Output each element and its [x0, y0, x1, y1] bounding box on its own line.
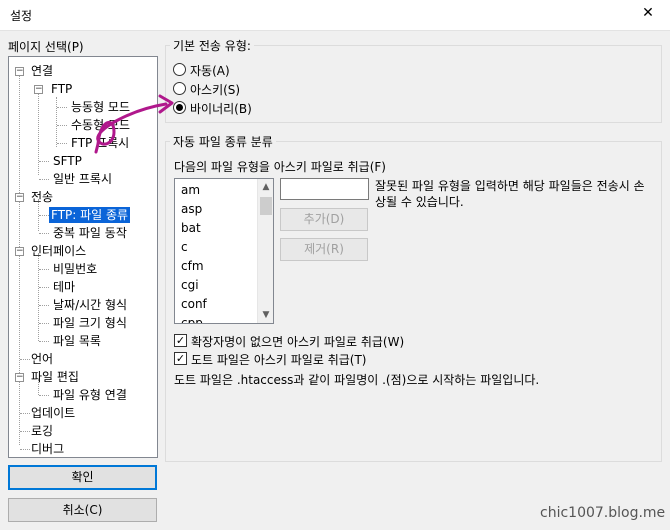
- transfer-type-title: 기본 전송 유형:: [170, 37, 254, 54]
- scroll-thumb[interactable]: [260, 197, 272, 215]
- tree-item-ftp-file-types[interactable]: FTP: 파일 종류: [49, 207, 131, 223]
- tree-line: [20, 359, 30, 360]
- tree-item-password[interactable]: 비밀번호: [53, 261, 97, 277]
- list-item[interactable]: bat: [181, 220, 201, 236]
- tree-line: [39, 305, 49, 306]
- list-item[interactable]: cfm: [181, 258, 204, 274]
- checkbox-no-extension-label[interactable]: 확장자명이 없으면 아스키 파일로 취급(W): [191, 333, 404, 350]
- tree-line: [39, 215, 49, 216]
- close-icon[interactable]: ✕: [637, 4, 659, 22]
- tree-line: [39, 395, 49, 396]
- tree-line: [39, 323, 49, 324]
- tree-item-language[interactable]: 언어: [31, 351, 53, 367]
- extension-listbox[interactable]: am asp bat c cfm cgi conf cpp ▲ ▼: [174, 178, 274, 324]
- tree-line: [38, 253, 39, 341]
- scroll-down-icon[interactable]: ▼: [258, 307, 273, 323]
- radio-binary-label[interactable]: 바이너리(B): [190, 100, 252, 117]
- radio-auto-label[interactable]: 자동(A): [190, 62, 230, 79]
- dotfile-footnote: 도트 파일은 .htaccess과 같이 파일명이 .(점)으로 시작하는 파일…: [174, 373, 540, 387]
- ok-button[interactable]: 확인: [8, 465, 157, 490]
- tree-item-logging[interactable]: 로깅: [31, 423, 53, 439]
- tree-item-connection[interactable]: 연결: [31, 63, 53, 79]
- scroll-up-icon[interactable]: ▲: [258, 179, 273, 195]
- tree-item-theme[interactable]: 테마: [53, 279, 75, 295]
- add-button[interactable]: 추가(D): [280, 208, 368, 231]
- tree-item-interface[interactable]: 인터페이스: [31, 243, 86, 259]
- tree-line: [19, 71, 20, 445]
- tree-item-transfer[interactable]: 전송: [31, 189, 53, 205]
- tree-item-datetime-format[interactable]: 날짜/시간 형식: [53, 297, 127, 313]
- list-item[interactable]: conf: [181, 296, 207, 312]
- extension-input[interactable]: [280, 178, 369, 200]
- tree-item-update[interactable]: 업데이트: [31, 405, 75, 421]
- tree-item-file-list[interactable]: 파일 목록: [53, 333, 101, 349]
- tree-line: [39, 287, 49, 288]
- checkbox-dotfiles[interactable]: ✓: [174, 352, 187, 365]
- type-warning-text: 잘못된 파일 유형을 입력하면 해당 파일들은 전송시 손상될 수 있습니다.: [375, 179, 645, 209]
- tree-line: [20, 431, 30, 432]
- tree-line: [20, 449, 30, 450]
- tree-line: [39, 179, 49, 180]
- tree-line: [39, 269, 49, 270]
- ascii-types-label: 다음의 파일 유형을 아스키 파일로 취급(F): [174, 160, 386, 174]
- radio-auto[interactable]: [173, 63, 186, 76]
- radio-ascii-label[interactable]: 아스키(S): [190, 81, 240, 98]
- tree-item-file-edit[interactable]: 파일 편집: [31, 369, 79, 385]
- tree-line: [39, 341, 49, 342]
- collapse-toggle-icon[interactable]: −: [15, 67, 24, 76]
- collapse-toggle-icon[interactable]: −: [15, 373, 24, 382]
- tree-item-debug[interactable]: 디버그: [31, 441, 64, 457]
- list-item[interactable]: asp: [181, 201, 202, 217]
- list-item[interactable]: cgi: [181, 277, 199, 293]
- tree-line: [20, 413, 30, 414]
- checkbox-dotfiles-label[interactable]: 도트 파일은 아스키 파일로 취급(T): [191, 351, 366, 368]
- cancel-button[interactable]: 취소(C): [8, 498, 157, 522]
- collapse-toggle-icon[interactable]: −: [15, 247, 24, 256]
- watermark: chic1007.blog.me: [540, 505, 666, 521]
- window-title: 설정: [10, 9, 33, 23]
- page-select-label: 페이지 선택(P): [8, 40, 84, 54]
- list-item[interactable]: c: [181, 239, 188, 255]
- list-item[interactable]: cpp: [181, 315, 203, 323]
- checkbox-no-extension[interactable]: ✓: [174, 334, 187, 347]
- remove-button[interactable]: 제거(R): [280, 238, 368, 261]
- tree-item-duplicate-action[interactable]: 중복 파일 동작: [53, 225, 127, 241]
- list-scrollbar[interactable]: ▲ ▼: [257, 179, 273, 323]
- annotation-arrow-icon: [94, 94, 174, 154]
- tree-line: [39, 233, 49, 234]
- tree-line: [38, 89, 39, 175]
- tree-item-file-associations[interactable]: 파일 유형 연결: [53, 387, 127, 403]
- collapse-toggle-icon[interactable]: −: [15, 193, 24, 202]
- list-item[interactable]: am: [181, 182, 200, 198]
- tree-item-filesize-format[interactable]: 파일 크기 형식: [53, 315, 127, 331]
